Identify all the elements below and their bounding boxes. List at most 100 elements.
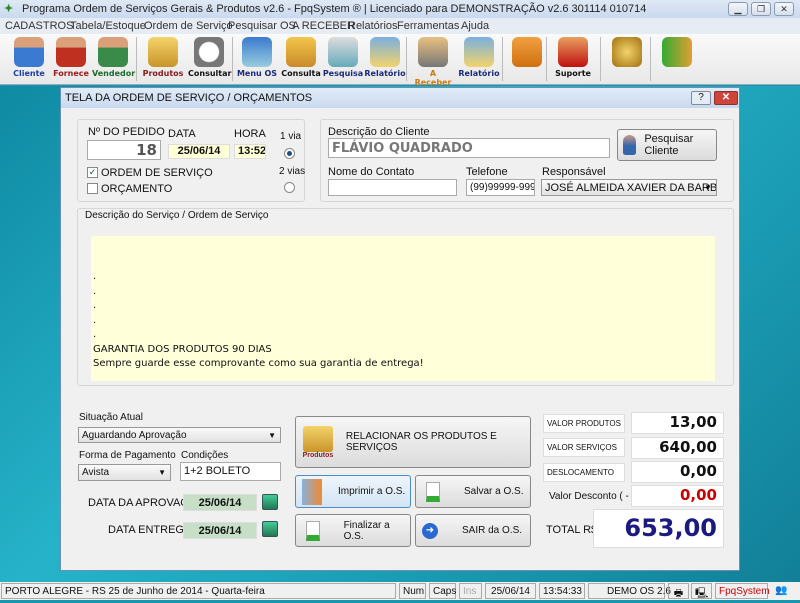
save-os-button[interactable]: Salvar a O.S.	[415, 475, 531, 508]
barcode-icon	[194, 37, 224, 67]
toolbar-button-coin[interactable]	[606, 36, 648, 82]
users-icon[interactable]: 👥	[771, 583, 792, 599]
help-button[interactable]: ?	[691, 91, 711, 105]
money-icon	[418, 37, 448, 67]
minimize-button[interactable]: ▁	[728, 2, 748, 16]
toolbar-button-suporte[interactable]: Suporte	[552, 36, 594, 82]
toolbar-button-vendedor[interactable]: Vendedor	[92, 36, 135, 82]
toolbar-button-consultar[interactable]: Consultar	[188, 36, 231, 82]
toolbar-button-label: Fornece	[53, 69, 89, 78]
toolbar-button-exit-door[interactable]	[656, 36, 698, 82]
calendar-icon[interactable]	[262, 521, 278, 537]
contact-field[interactable]	[328, 179, 457, 196]
menu-tabela-estoque[interactable]: Tabela/Estoque	[70, 20, 146, 32]
toolbar-button-relat-rio[interactable]: Relatório	[364, 36, 406, 82]
service-line: .	[93, 300, 97, 311]
status-version-text: DEMO OS 2.6	[607, 586, 671, 597]
ordem-servico-checkbox[interactable]: ✓	[87, 167, 98, 178]
toolbar-button-label: Produtos	[142, 69, 184, 78]
app-icon: ✦	[4, 3, 14, 15]
search-client-label: Pesquisar Cliente	[644, 133, 694, 157]
approval-date-field[interactable]: 25/06/14	[183, 494, 257, 511]
dialog-close-button[interactable]: ✕	[714, 91, 738, 105]
menu-cadastros[interactable]: CADASTROS	[5, 20, 73, 32]
calendar-icon[interactable]	[262, 494, 278, 510]
discount-value[interactable]: 0,00	[631, 485, 724, 507]
order-no-field[interactable]: 18	[87, 140, 161, 160]
finish-os-button[interactable]: Finalizar a O.S.	[295, 514, 411, 547]
via2-radio[interactable]	[284, 182, 295, 193]
service-desc-label: Descrição do Serviço / Ordem de Serviço	[85, 210, 269, 221]
boxes-icon: Produtos	[300, 425, 336, 459]
toolbar-button-label: Relatório	[364, 69, 406, 78]
toolbar-button-relat-rio[interactable]: Relatório	[458, 36, 500, 82]
status-value: Aguardando Aprovação	[82, 430, 187, 441]
toolbar-button-a-receber[interactable]: A Receber	[412, 36, 454, 87]
chevron-down-icon: ▼	[158, 468, 166, 477]
toolbar-button-calculator[interactable]	[506, 36, 548, 82]
print-os-button[interactable]: Imprimir a O.S.	[295, 475, 411, 508]
exit-os-label: SAIR da O.S.	[462, 525, 523, 536]
payment-value: Avista	[82, 467, 110, 478]
toolbar-button-produtos[interactable]: Produtos	[142, 36, 184, 82]
toolbar-button-pesquisa[interactable]: Pesquisa	[322, 36, 364, 82]
via1-radio[interactable]	[284, 148, 295, 159]
total-value: 653,00	[593, 509, 724, 548]
arrow-right-icon: ➜	[422, 522, 438, 539]
status-location: PORTO ALEGRE - RS 25 de Junho de 2014 - …	[1, 583, 396, 599]
exit-os-button[interactable]: ➜ SAIR da O.S.	[415, 514, 531, 547]
service-desc-textarea[interactable]: . . . . . GARANTIA DOS PRODUTOS 90 DIAS …	[91, 236, 715, 381]
search-client-button[interactable]: Pesquisar Cliente	[617, 129, 717, 161]
status-version: DEMO OS 2.6	[588, 583, 671, 599]
status-select[interactable]: Aguardando Aprovação ▼	[78, 427, 281, 443]
via1-label: 1 via	[280, 131, 302, 142]
drawer-icon	[286, 37, 316, 67]
service-line: GARANTIA DOS PRODUTOS 90 DIAS	[93, 343, 272, 355]
toolbar-separator	[136, 37, 137, 81]
date-field[interactable]: 25/06/14	[168, 144, 230, 159]
contact-label: Nome do Contato	[328, 166, 415, 178]
delivery-date-field[interactable]: 25/06/14	[183, 522, 257, 539]
toolbar-separator	[650, 37, 651, 81]
responsible-label: Responsável	[542, 166, 606, 178]
printer-icon[interactable]: 🖶	[668, 583, 689, 599]
chevron-down-icon: ▼	[268, 431, 276, 440]
order-dialog: TELA DA ORDEM DE SERVIÇO / ORÇAMENTOS ? …	[60, 87, 740, 571]
toolbar-button-cliente[interactable]: Cliente	[8, 36, 50, 82]
time-field[interactable]: 13:52	[234, 144, 266, 159]
conditions-field[interactable]: 1+2 BOLETO	[180, 462, 281, 481]
finish-document-icon	[306, 520, 320, 541]
phone-label: Telefone	[466, 166, 508, 178]
toolbar-button-consulta[interactable]: Consulta	[280, 36, 322, 82]
close-button[interactable]: ✕	[774, 2, 794, 16]
toolbar-button-label: Relatório	[458, 69, 500, 78]
status-caps: Caps	[429, 583, 456, 599]
toolbar-button-fornece[interactable]: Fornece	[50, 36, 92, 82]
menu-a-receber[interactable]: A RECEBER	[292, 20, 355, 32]
computer-icon[interactable]: 🖳	[691, 583, 712, 599]
phone-field[interactable]: (99)99999-9999	[466, 179, 535, 196]
menu-pesquisar-os[interactable]: Pesquisar OS	[228, 20, 296, 32]
service-line: .	[93, 285, 97, 297]
menu-ordem-servico[interactable]: Ordem de Serviço	[144, 20, 233, 32]
status-time: 13:54:33	[539, 583, 585, 599]
menu-ajuda[interactable]: Ajuda	[461, 20, 489, 32]
travel-label: DESLOCAMENTO	[543, 463, 625, 482]
maximize-button[interactable]: ❐	[751, 2, 771, 16]
relate-products-button[interactable]: Produtos RELACIONAR OS PRODUTOS E SERVIÇ…	[295, 416, 531, 468]
travel-value[interactable]: 0,00	[631, 461, 724, 483]
responsible-value: JOSÉ ALMEIDA XAVIER DA BARBACENA	[545, 182, 717, 194]
client-desc-field[interactable]: FLÁVIO QUADRADO	[328, 138, 610, 158]
menu-ferramentas[interactable]: Ferramentas	[397, 20, 459, 32]
responsible-select[interactable]: JOSÉ ALMEIDA XAVIER DA BARBACENA▼	[541, 179, 717, 196]
toolbar-button-menu-os[interactable]: Menu OS	[236, 36, 278, 82]
printer-person-icon	[302, 478, 322, 505]
menu-relatorios[interactable]: Relatórios	[348, 20, 398, 32]
boxes-icon	[148, 37, 178, 67]
coin-icon	[612, 37, 642, 67]
orcamento-checkbox[interactable]	[87, 183, 98, 194]
support-icon	[558, 37, 588, 67]
service-line: .	[93, 314, 97, 326]
person-red-icon	[56, 37, 86, 67]
payment-select[interactable]: Avista ▼	[78, 464, 171, 481]
